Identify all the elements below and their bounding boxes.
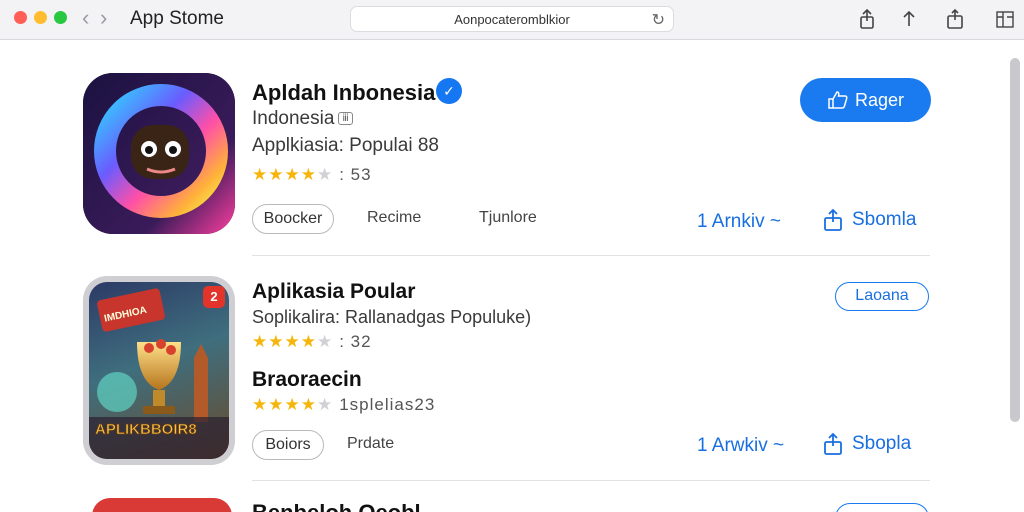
app-2-icon-text: APLIKBBOIR8 (95, 421, 197, 438)
row-divider (252, 255, 930, 256)
app-2-name[interactable]: Aplikasia Poular (252, 280, 415, 304)
app-1-link-2[interactable]: Tjunlore (479, 209, 537, 227)
app-2-subtitle: Soplikalira: Rallanadgas Populuke) (252, 307, 532, 327)
address-bar[interactable]: Aonpocateromblkior ↻ (350, 6, 674, 32)
app-1-get-button[interactable]: Rager (800, 78, 931, 122)
app-1-name[interactable]: Apldah Inbonesia (252, 80, 435, 106)
app-2-section-rating-text: 1splelias23 (339, 395, 436, 414)
app-icon-1[interactable] (83, 73, 235, 234)
app-3-name[interactable]: Benbeloh Oeobl... (252, 500, 439, 512)
reload-icon[interactable]: ↻ (652, 10, 665, 30)
address-text: Aonpocateromblkior (454, 12, 570, 27)
app-1-category: Applkiasia: Populai 88 (252, 135, 439, 156)
share-square-icon[interactable] (944, 8, 966, 30)
app-2-pill-button[interactable]: Boiors (252, 430, 324, 460)
thumbs-up-icon (828, 91, 848, 109)
app-2-share-button[interactable]: Sbopla (822, 432, 911, 456)
star-icon: ★★★★ (252, 395, 317, 414)
scrollbar[interactable] (1010, 58, 1020, 422)
window-titlebar: ‹ › App Stome Aonpocateromblkior ↻ (0, 0, 1024, 40)
zoom-window-button[interactable] (54, 11, 67, 24)
upload-icon[interactable] (898, 8, 920, 30)
app-2-section-title: Braoraecin (252, 368, 362, 391)
window-title: App Stome (130, 8, 224, 29)
app-2-more-link[interactable]: 1 Arwkiv ~ (697, 435, 784, 457)
app-1-get-label: Rager (854, 89, 905, 110)
share-icon[interactable] (856, 8, 878, 30)
app-2-section-rating: ★★★★★ 1splelias23 (252, 395, 435, 415)
app-1-rating-count: : 53 (339, 165, 372, 184)
app-1-share-label: Sbomla (852, 209, 917, 230)
app-2-open-button[interactable]: Laoana (835, 282, 929, 311)
close-window-button[interactable] (14, 11, 27, 24)
back-arrow-icon[interactable]: ‹ (82, 7, 89, 29)
star-icon: ★★★★ (252, 332, 317, 351)
app-1-share-button[interactable]: Sbomla (822, 208, 916, 232)
app-2-link-1[interactable]: Prdate (347, 435, 394, 453)
half-star-icon: ★ (316, 395, 334, 414)
app-1-developer-tag: ⅲ (338, 112, 353, 126)
verified-badge-icon: ✓ (436, 78, 462, 104)
forward-arrow-icon[interactable]: › (100, 7, 107, 29)
app-icon-3[interactable] (92, 498, 232, 512)
star-icon: ★★★★ (252, 165, 317, 184)
app-2-share-label: Sbopla (852, 433, 912, 454)
app-3-open-button[interactable] (835, 503, 929, 512)
app-2-icon-badge: 2 (203, 286, 225, 308)
minimize-window-button[interactable] (34, 11, 47, 24)
half-star-icon: ★ (316, 165, 334, 184)
share-icon (824, 208, 842, 231)
share-icon (824, 432, 842, 455)
app-1-more-link[interactable]: 1 Arnkiv ~ (697, 211, 781, 233)
sidebar-icon[interactable] (994, 8, 1016, 30)
app-icon-2[interactable]: IMDHIOA APLIKBBOIR8 2 (83, 276, 235, 465)
app-2-rating: ★★★★★ : 32 (252, 332, 372, 352)
app-1-pill-button[interactable]: Boocker (252, 204, 334, 234)
half-star-icon: ★ (316, 332, 334, 351)
row-divider (252, 480, 930, 481)
app-1-developer: Indonesia ⅲ (252, 108, 353, 130)
app-1-rating: ★★★★★ : 53 (252, 165, 372, 185)
app-2-rating-count: : 32 (339, 332, 372, 351)
app-1-link-1[interactable]: Recime (367, 209, 421, 227)
